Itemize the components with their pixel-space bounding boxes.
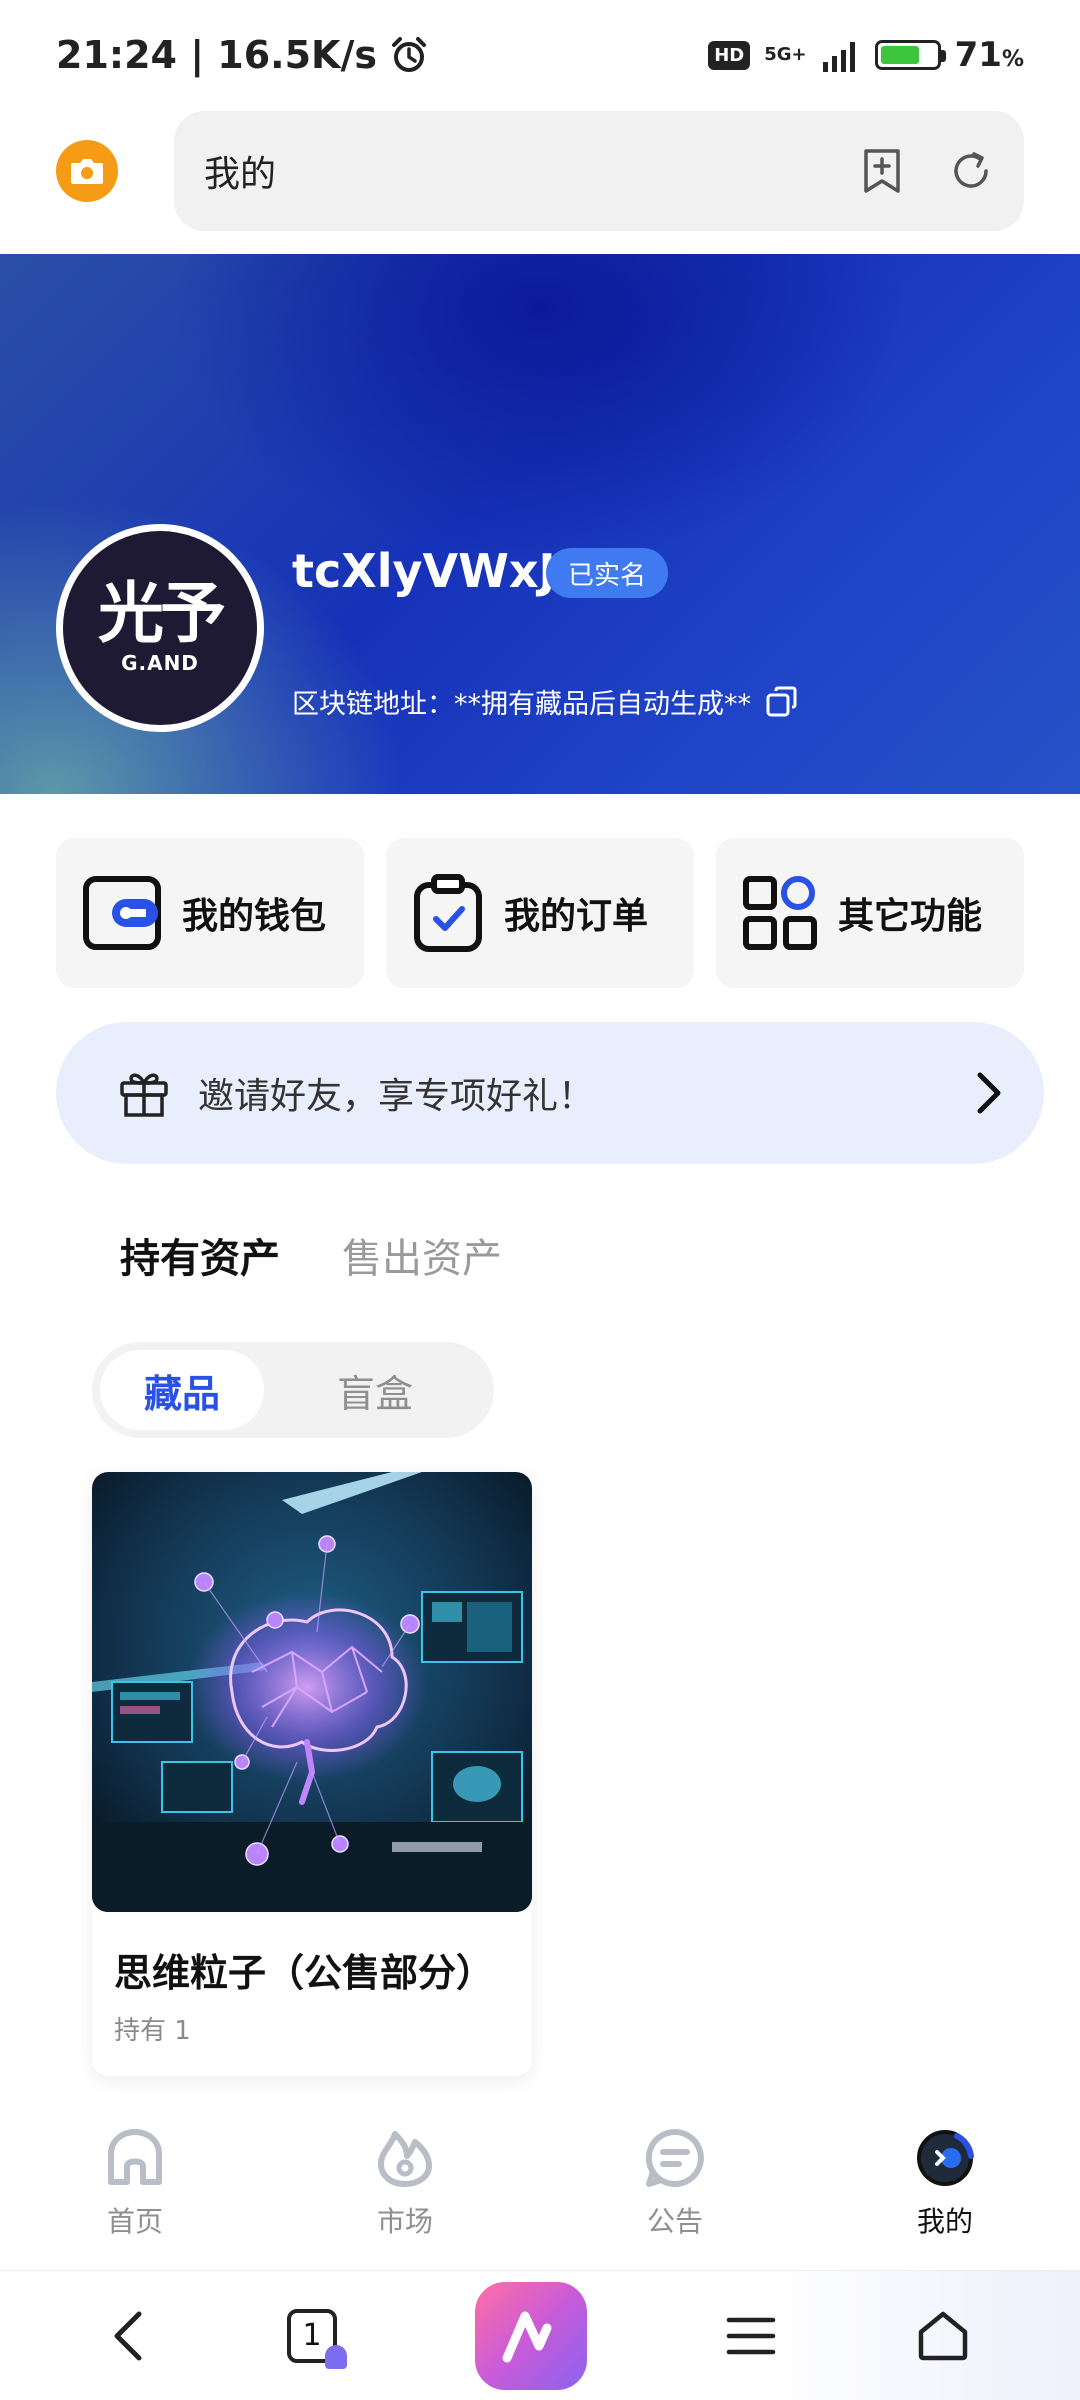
camera-button[interactable] (56, 140, 118, 202)
signal-icon (822, 42, 855, 72)
market-icon (378, 2131, 432, 2187)
apps-grid-icon (743, 876, 817, 950)
tab-held-assets[interactable]: 持有资产 (120, 1226, 280, 1284)
network-label: 5G+ (764, 44, 807, 65)
quick-actions: 我的钱包 我的订单 其它功能 (56, 838, 1024, 988)
avatar-logo-text: 光予 (98, 575, 226, 652)
home-icon[interactable] (915, 2308, 971, 2364)
camera-icon (71, 159, 103, 184)
hd-badge: HD (708, 40, 751, 70)
wallet-icon (83, 876, 161, 950)
alarm-icon (392, 37, 426, 72)
invite-text: 邀请好友，享专项好礼！ (198, 1076, 595, 1117)
battery-unit: % (1001, 47, 1024, 72)
status-time-speed: 21:24 | 16.5K/s (56, 33, 377, 77)
battery-fill (880, 46, 919, 64)
orders-label: 我的订单 (504, 896, 649, 937)
profile-icon (917, 2130, 974, 2186)
nav-market[interactable]: 市场 (270, 2110, 540, 2270)
segment-collectibles[interactable]: 藏品 (100, 1350, 264, 1430)
home-icon (108, 2129, 162, 2185)
tab-count: 1 (302, 2318, 322, 2353)
nav-home[interactable]: 首页 (0, 2110, 270, 2270)
status-left: 21:24 | 16.5K/s (56, 33, 429, 77)
back-icon[interactable] (109, 2308, 149, 2364)
collectible-holding: 持有 1 (114, 2016, 191, 2046)
announcement-icon (645, 2128, 704, 2187)
browser-address-row: 我的 (0, 108, 1080, 234)
profile-hero: 光予 G.AND tcXlyVWxJg 已实名 区块链地址：**拥有藏品后自动生… (0, 254, 1080, 794)
asset-tabs: 持有资产 售出资产 (120, 1226, 502, 1284)
blockchain-address-text: 区块链地址：**拥有藏品后自动生成** (292, 689, 751, 720)
copy-icon[interactable] (765, 685, 799, 719)
wallet-button[interactable]: 我的钱包 (56, 838, 364, 988)
nav-announcement[interactable]: 公告 (540, 2110, 810, 2270)
order-clipboard-icon (414, 874, 482, 952)
incognito-ghost-icon (325, 2344, 347, 2369)
username: tcXlyVWxJg (292, 544, 589, 598)
invite-banner[interactable]: 邀请好友，享专项好礼！ (56, 1022, 1044, 1164)
app-bottom-nav: 首页 市场 公告 我的 (0, 2110, 1080, 2270)
collectible-title: 思维粒子（公售部分） (114, 1951, 495, 1995)
collectible-image (92, 1472, 532, 1912)
nav-profile-label: 我的 (916, 2205, 973, 2238)
nav-announcement-label: 公告 (646, 2205, 703, 2238)
nav-market-label: 市场 (376, 2205, 433, 2238)
avatar-logo-subtext: G.AND (121, 651, 199, 675)
menu-icon[interactable] (725, 2314, 777, 2358)
collectible-card[interactable]: 思维粒子（公售部分） 持有 1 (92, 1472, 532, 2076)
wallet-label: 我的钱包 (182, 896, 327, 937)
battery-icon (874, 40, 946, 70)
segment-blind-box[interactable]: 盲盒 (264, 1350, 486, 1430)
bookmark-add-icon[interactable] (860, 147, 904, 195)
battery-value: 71 (954, 35, 1002, 75)
blockchain-address: 区块链地址：**拥有藏品后自动生成** (292, 682, 799, 721)
browser-logo-icon (502, 2311, 552, 2362)
browser-logo-button[interactable] (475, 2281, 587, 2390)
browser-bottom-bar: 1 (0, 2270, 1080, 2400)
verified-badge: 已实名 (546, 548, 669, 598)
orders-button[interactable]: 我的订单 (386, 838, 694, 988)
tabs-button[interactable]: 1 (287, 2308, 347, 2369)
battery-percent: 71% (955, 35, 1024, 75)
gift-icon (120, 1073, 168, 1117)
status-right: HD 5G+ 71% (708, 35, 1024, 75)
avatar[interactable]: 光予 G.AND (56, 524, 264, 732)
address-actions (860, 147, 994, 195)
refresh-icon[interactable] (948, 148, 994, 194)
address-text[interactable]: 我的 (204, 145, 860, 197)
nav-profile[interactable]: 我的 (810, 2110, 1080, 2270)
nav-home-label: 首页 (106, 2205, 163, 2238)
status-bar: 21:24 | 16.5K/s HD 5G+ 71% (0, 0, 1080, 110)
tab-sold-assets[interactable]: 售出资产 (342, 1226, 502, 1284)
other-features-label: 其它功能 (838, 896, 983, 937)
other-features-button[interactable]: 其它功能 (716, 838, 1024, 988)
chevron-right-icon (977, 1072, 1001, 1114)
collection-segment-control: 藏品 盲盒 (92, 1342, 494, 1438)
address-bar[interactable]: 我的 (174, 111, 1024, 231)
